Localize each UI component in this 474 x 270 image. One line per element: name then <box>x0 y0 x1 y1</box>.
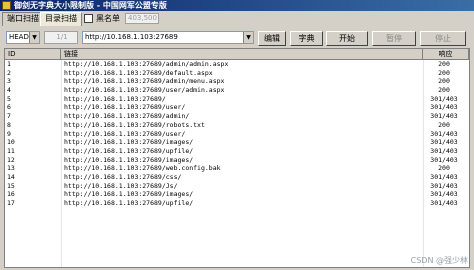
cell-url: http://10.168.1.103:27689/web.config.bak <box>64 164 221 173</box>
cell-url: http://10.168.1.103:27689/upfile/ <box>64 146 194 155</box>
tab-dir-scan[interactable]: 目录扫描 <box>40 12 82 26</box>
cell-id: 2 <box>7 68 11 77</box>
app-icon <box>2 1 11 10</box>
cell-id: 9 <box>7 129 11 138</box>
blacklist-label: 黑名单 <box>96 14 120 23</box>
table-row[interactable]: 13 http://10.168.1.103:27689/web.config.b… <box>5 164 469 173</box>
table-row[interactable]: 7 http://10.168.1.103:27689/admin/301/403 <box>5 112 469 121</box>
cell-status: 200 <box>438 86 450 95</box>
table-row[interactable]: 17 http://10.168.1.103:27689/upfile/301/4… <box>5 199 469 208</box>
cell-status: 200 <box>438 60 450 68</box>
cell-status: 301/403 <box>430 94 458 103</box>
target-url-select[interactable]: http://10.168.1.103:27689 ▼ <box>82 31 254 44</box>
cell-id: 5 <box>7 94 11 103</box>
cell-id: 7 <box>7 112 11 121</box>
table-row[interactable]: 14 http://10.168.1.103:27689/css/301/403 <box>5 173 469 182</box>
rows-container: 1 http://10.168.1.103:27689/admin/admin.a… <box>5 60 469 208</box>
stop-button[interactable]: 停止 <box>420 31 466 46</box>
cell-url: http://10.168.1.103:27689/images/ <box>64 190 194 199</box>
cell-id: 14 <box>7 172 15 181</box>
cell-url: http://10.168.1.103:27689/user/ <box>64 103 186 112</box>
column-url[interactable]: 链接 <box>61 49 423 60</box>
toolbar: HEAD ▼ 1/1 http://10.168.1.103:27689 ▼ 编… <box>0 28 474 48</box>
dict-button[interactable]: 字典 <box>290 31 323 46</box>
cell-id: 6 <box>7 103 11 112</box>
cell-id: 15 <box>7 181 15 190</box>
table-row[interactable]: 9 http://10.168.1.103:27689/user/301/403 <box>5 130 469 139</box>
thread-spin[interactable]: 1/1 <box>44 31 78 44</box>
cell-status: 301/403 <box>430 199 458 207</box>
cell-id: 12 <box>7 155 15 164</box>
chevron-down-icon[interactable]: ▼ <box>29 32 39 43</box>
blacklist-input[interactable]: 403,500 <box>125 13 159 24</box>
start-button[interactable]: 开始 <box>326 31 368 46</box>
cell-id: 4 <box>7 86 11 95</box>
cell-status: 301/403 <box>430 103 458 112</box>
chevron-down-icon[interactable]: ▼ <box>243 32 253 43</box>
cell-url: http://10.168.1.103:27689/robots.txt <box>64 120 205 129</box>
table-row[interactable]: 6 http://10.168.1.103:27689/user/301/403 <box>5 103 469 112</box>
cell-url: http://10.168.1.103:27689/user/ <box>64 129 186 138</box>
blacklist-checkbox[interactable] <box>84 14 93 23</box>
results-list[interactable]: ID 链接 响应 1 http://10.168.1.103:27689/admi… <box>4 48 470 268</box>
cell-status: 301/403 <box>430 112 458 121</box>
method-value: HEAD <box>9 33 29 41</box>
cell-status: 200 <box>438 164 450 173</box>
cell-status: 200 <box>438 68 450 77</box>
target-url-value: http://10.168.1.103:27689 <box>85 33 178 41</box>
cell-id: 1 <box>7 60 11 68</box>
cell-status: 301/403 <box>430 155 458 164</box>
window-title: 御剑无字典大小限制版 - 中国网军公盟专版 <box>14 1 167 10</box>
cell-url: http://10.168.1.103:27689/ <box>64 94 166 103</box>
column-status[interactable]: 响应 <box>423 49 469 60</box>
cell-status: 301/403 <box>430 181 458 190</box>
edit-button[interactable]: 编辑 <box>258 31 286 46</box>
cell-status: 301/403 <box>430 146 458 155</box>
cell-id: 13 <box>7 164 15 173</box>
cell-url: http://10.168.1.103:27689/admin/ <box>64 112 190 121</box>
table-row[interactable]: 3 http://10.168.1.103:27689/admin/menu.as… <box>5 77 469 86</box>
cell-url: http://10.168.1.103:27689/user/admin.asp… <box>64 86 225 95</box>
table-row[interactable]: 16 http://10.168.1.103:27689/images/301/4… <box>5 190 469 199</box>
method-select[interactable]: HEAD ▼ <box>6 31 40 44</box>
table-row[interactable]: 11 http://10.168.1.103:27689/upfile/301/4… <box>5 147 469 156</box>
pause-button[interactable]: 暂停 <box>372 31 416 46</box>
cell-id: 16 <box>7 190 15 199</box>
cell-url: http://10.168.1.103:27689/admin/menu.asp… <box>64 77 225 86</box>
tab-port-scan[interactable]: 端口扫描 <box>2 12 44 26</box>
cell-id: 17 <box>7 199 15 207</box>
cell-status: 200 <box>438 120 450 129</box>
cell-url: http://10.168.1.103:27689/images/ <box>64 138 194 147</box>
table-row[interactable]: 4 http://10.168.1.103:27689/user/admin.as… <box>5 86 469 95</box>
cell-status: 200 <box>438 77 450 86</box>
cell-status: 301/403 <box>430 129 458 138</box>
cell-status: 301/403 <box>430 172 458 181</box>
watermark: CSDN @强少林 <box>410 256 468 265</box>
cell-id: 8 <box>7 120 11 129</box>
cell-status: 301/403 <box>430 138 458 147</box>
cell-id: 11 <box>7 146 15 155</box>
table-row[interactable]: 5 http://10.168.1.103:27689/301/403 <box>5 95 469 104</box>
tab-bar: 端口扫描 目录扫描 黑名单 403,500 <box>0 11 474 26</box>
table-row[interactable]: 15 http://10.168.1.103:27689/Js/301/403 <box>5 182 469 191</box>
cell-url: http://10.168.1.103:27689/css/ <box>64 172 182 181</box>
cell-url: http://10.168.1.103:27689/upfile/ <box>64 199 194 207</box>
table-row[interactable]: 2 http://10.168.1.103:27689/default.aspx 2… <box>5 69 469 78</box>
cell-url: http://10.168.1.103:27689/images/ <box>64 155 194 164</box>
cell-url: http://10.168.1.103:27689/admin/admin.as… <box>64 60 229 68</box>
cell-status: 301/403 <box>430 190 458 199</box>
title-bar: 御剑无字典大小限制版 - 中国网军公盟专版 <box>0 0 474 11</box>
table-row[interactable]: 1 http://10.168.1.103:27689/admin/admin.a… <box>5 60 469 69</box>
table-row[interactable]: 12 http://10.168.1.103:27689/images/301/4… <box>5 156 469 165</box>
cell-id: 3 <box>7 77 11 86</box>
column-id[interactable]: ID <box>5 49 61 60</box>
list-header: ID 链接 响应 <box>5 49 469 60</box>
cell-url: http://10.168.1.103:27689/Js/ <box>64 181 178 190</box>
cell-id: 10 <box>7 138 15 147</box>
table-row[interactable]: 8 http://10.168.1.103:27689/robots.txt 200 <box>5 121 469 130</box>
table-row[interactable]: 10 http://10.168.1.103:27689/images/301/4… <box>5 138 469 147</box>
cell-url: http://10.168.1.103:27689/default.aspx <box>64 68 213 77</box>
